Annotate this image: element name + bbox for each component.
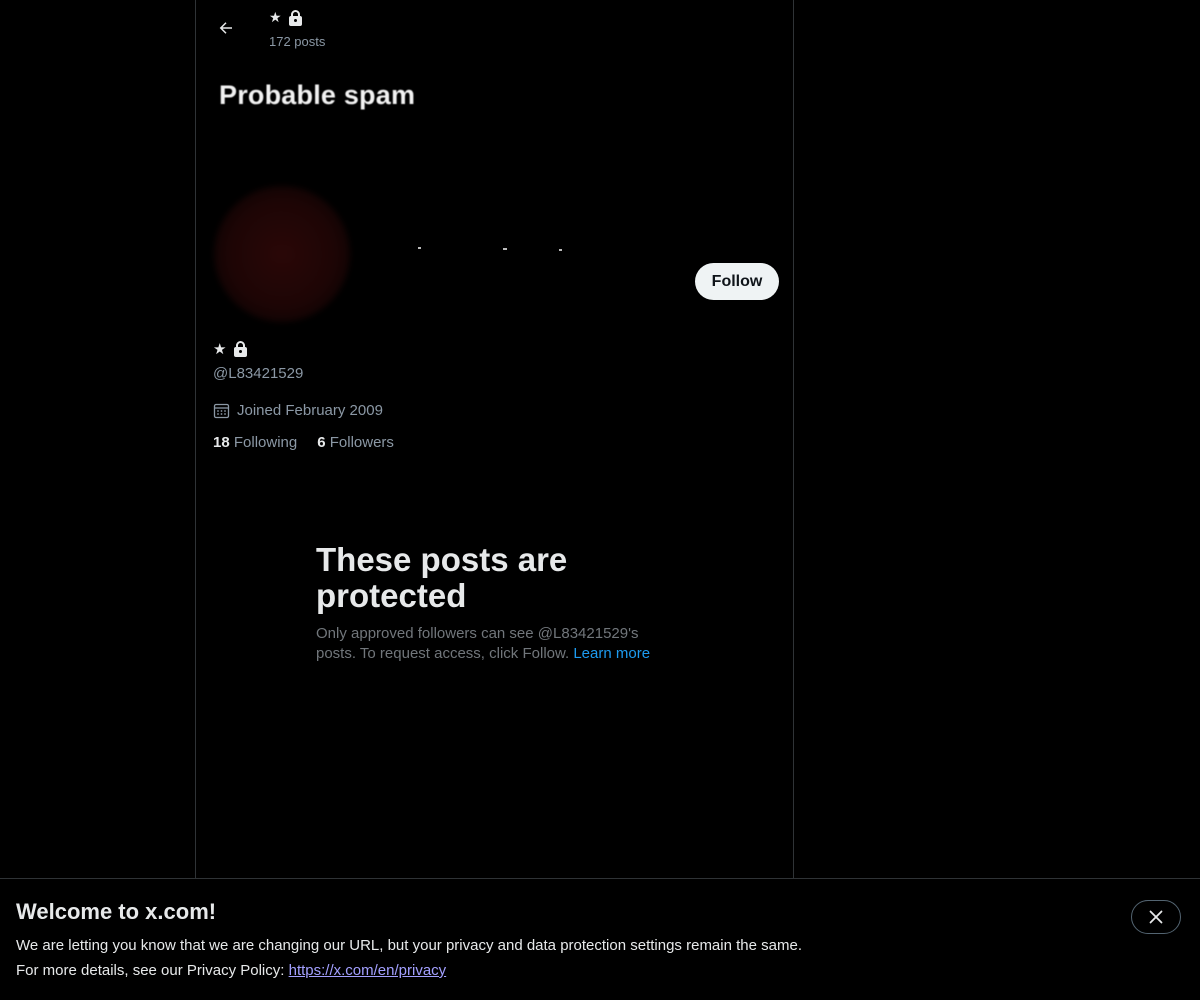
profile-name: ★ (213, 340, 248, 358)
calendar-icon (213, 403, 230, 419)
arrow-left-icon (219, 22, 232, 34)
banner-message: We are letting you know that we are chan… (16, 937, 802, 954)
banner-privacy-prefix: For more details, see our Privacy Policy… (16, 962, 285, 979)
followers-link[interactable]: 6 Followers (317, 434, 394, 451)
privacy-policy-link[interactable]: https://x.com/en/privacy (289, 962, 447, 979)
follow-button[interactable]: Follow (695, 263, 779, 300)
learn-more-link[interactable]: Learn more (573, 645, 650, 662)
header-posts-count: 172 posts (269, 34, 326, 49)
joined-date: Joined February 2009 (213, 402, 383, 419)
profile-column: ★ 172 posts Probable spam Follow ★ @L834… (195, 0, 794, 878)
artifact-mark (559, 249, 562, 251)
header-name: ★ (269, 9, 303, 26)
artifact-mark (418, 247, 421, 249)
following-count: 18 (213, 434, 230, 451)
banner-privacy-line: For more details, see our Privacy Policy… (16, 962, 446, 979)
joined-text: Joined February 2009 (237, 402, 383, 419)
profile-handle: @L83421529 (213, 365, 304, 382)
lock-icon (288, 9, 302, 26)
url-change-banner: Welcome to x.com! We are letting you kno… (0, 878, 1200, 1000)
followers-label: Followers (329, 434, 394, 451)
profile-name-symbol: ★ (213, 341, 227, 358)
avatar[interactable] (214, 186, 350, 322)
lock-icon (234, 341, 248, 357)
close-banner-button[interactable] (1131, 900, 1181, 934)
banner-title: Welcome to x.com! (16, 899, 217, 924)
banner-text: Probable spam (219, 80, 416, 110)
header-name-symbol: ★ (269, 9, 282, 25)
close-icon (1149, 910, 1163, 924)
protected-description: Only approved followers can see @L834215… (316, 624, 676, 664)
follow-stats: 18 Following 6 Followers (213, 434, 394, 451)
back-button[interactable] (209, 11, 243, 45)
protected-title: These posts are protected (316, 541, 568, 614)
protected-notice: These posts are protected Only approved … (316, 542, 676, 664)
following-label: Following (233, 434, 298, 451)
followers-count: 6 (317, 434, 326, 451)
following-link[interactable]: 18 Following (213, 434, 297, 451)
artifact-mark (503, 248, 507, 250)
